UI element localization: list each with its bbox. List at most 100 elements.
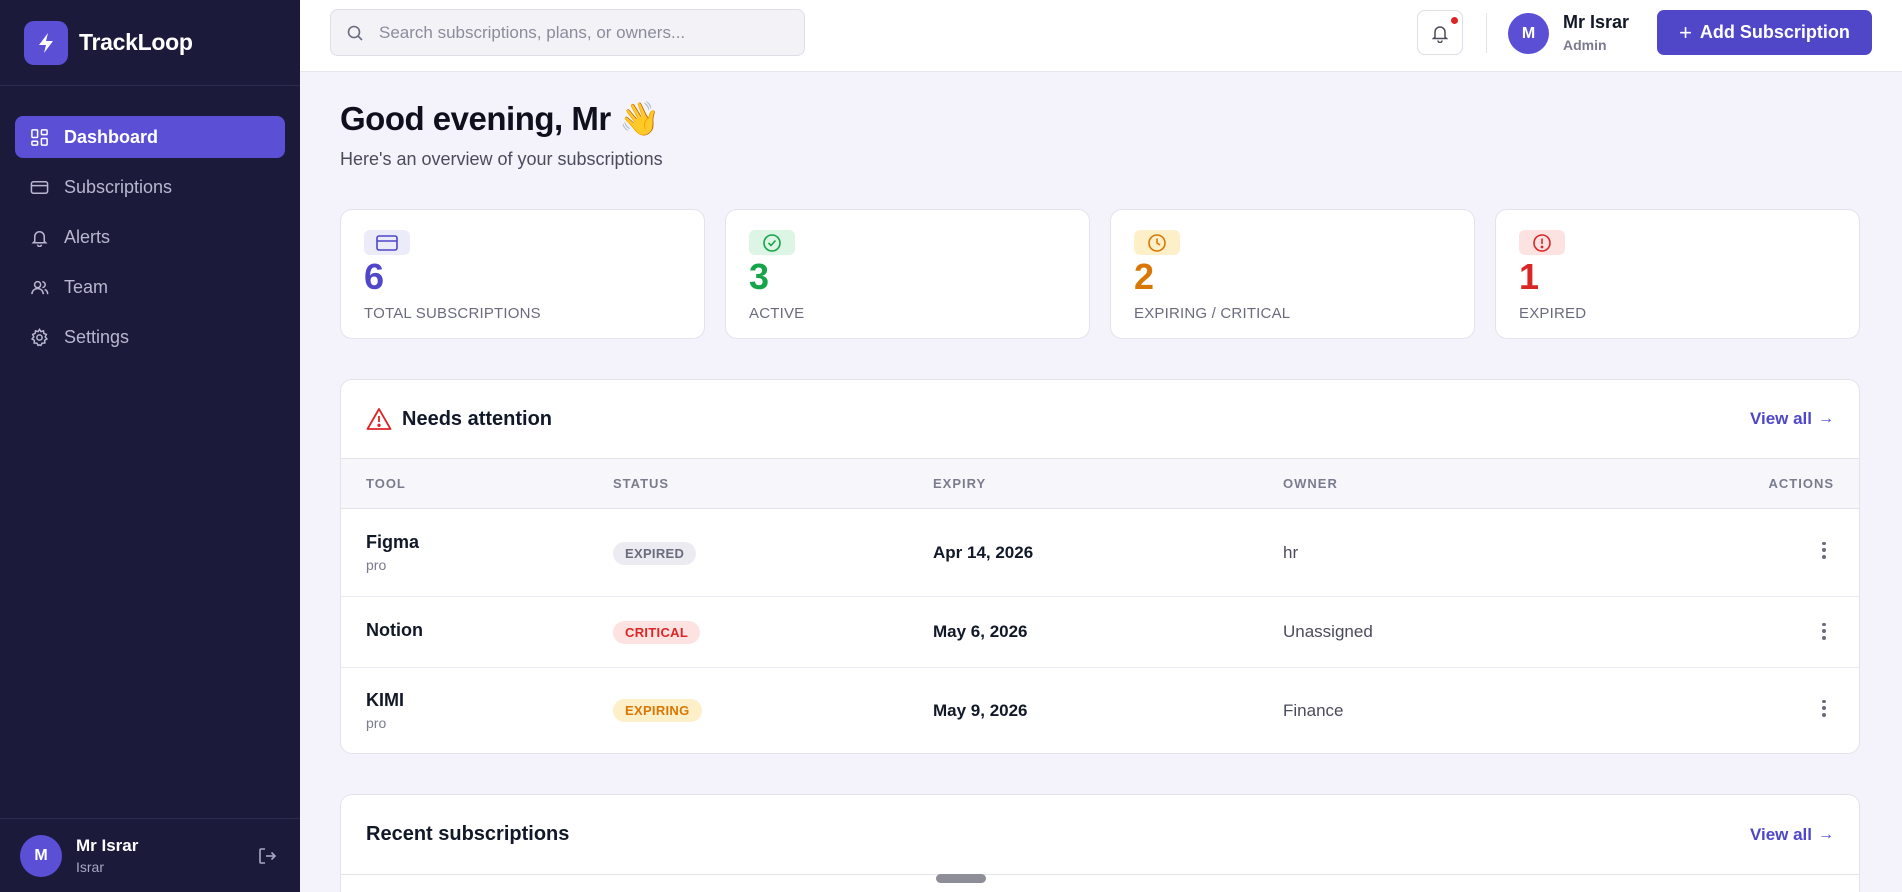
status-badge: EXPIRING [613,699,702,722]
card-icon [30,180,49,194]
tool-name[interactable]: Notion [366,620,423,641]
stat-card-expiring[interactable]: 2 EXPIRING / CRITICAL [1110,209,1475,339]
page-subtitle: Here's an overview of your subscriptions [340,149,663,169]
stat-value: 6 [364,256,385,297]
check-circle-icon [749,230,795,255]
page-title: Good evening, Mr 👋 [340,100,660,137]
users-icon [31,280,49,294]
stat-label: EXPIRING / CRITICAL [1134,305,1291,322]
sidebar-item-alerts[interactable]: Alerts [15,216,285,258]
view-all-label: View all [1749,409,1812,428]
search-input[interactable] [379,22,799,43]
sidebar-nav: Dashboard Subscriptions Alerts Team Sett… [0,86,300,358]
view-all-link[interactable]: View all → [1750,825,1834,845]
stat-value: 3 [749,256,770,297]
tool-name[interactable]: KIMI [366,690,404,711]
needs-attention-card: Needs attention View all → TOOL STATUS E… [340,379,1860,754]
search-box[interactable] [330,9,805,56]
tool-name[interactable]: Figma [366,532,419,553]
more-actions-button[interactable] [1814,540,1834,560]
grid-icon [31,128,48,146]
column-header-tool[interactable]: TOOL [366,476,406,491]
more-actions-button[interactable] [1814,698,1834,718]
user-menu[interactable]: Mr Israr Admin [1563,12,1629,53]
main-content: Good evening, Mr 👋 Here's an overview of… [340,72,1860,892]
add-subscription-label: Add Subscription [1699,22,1850,42]
sidebar-item-label: Team [64,276,109,297]
column-header-actions: ACTIONS [1768,476,1834,491]
stat-card-expired[interactable]: 1 EXPIRED [1495,209,1860,339]
stat-value: 2 [1134,256,1155,297]
card-title: Needs attention [402,407,553,430]
stats-row: 6 TOTAL SUBSCRIPTIONS 3 ACTIVE 2 EXPIRIN… [340,209,1860,339]
brand-name: TrackLoop [79,29,193,55]
sidebar: TrackLoop Dashboard Subscriptions Alerts… [0,0,300,892]
notification-dot [1451,17,1458,24]
stat-label: ACTIVE [749,305,805,322]
card-title: Recent subscriptions [366,823,570,845]
sidebar-item-label: Settings [64,326,130,347]
tool-plan: pro [366,557,387,573]
bell-icon [31,230,48,247]
stat-card-total[interactable]: 6 TOTAL SUBSCRIPTIONS [340,209,705,339]
table-row[interactable]: KIMI pro EXPIRING May 9, 2026 Finance [341,668,1859,753]
notifications-button[interactable] [1417,10,1463,55]
sidebar-item-settings[interactable]: Settings [15,316,285,358]
gear-icon [30,327,49,346]
owner: hr [1283,543,1299,562]
brand[interactable]: TrackLoop [0,0,300,86]
table-row[interactable]: Notion CRITICAL May 6, 2026 Unassigned [341,597,1859,668]
sidebar-user: M Mr Israr Israr [0,818,300,892]
stat-label: EXPIRED [1519,305,1587,322]
arrow-right-icon: → [1818,825,1834,843]
alert-circle-icon [1519,230,1565,255]
recent-subscriptions-card: Recent subscriptions View all → [340,794,1860,892]
sidebar-item-label: Dashboard [64,126,159,147]
expiry-date: Apr 14, 2026 [933,543,1034,562]
arrow-right-icon: → [1818,410,1834,427]
view-all-label: View all [1749,824,1812,844]
top-bar: M Mr Israr Admin + Add Subscription [300,0,1902,72]
card-header: Recent subscriptions View all → [341,795,1859,875]
divider [1486,13,1487,53]
card-icon [364,230,410,255]
owner: Finance [1283,701,1344,720]
column-header-owner[interactable]: OWNER [1283,476,1338,491]
owner: Unassigned [1283,622,1373,641]
sidebar-item-dashboard[interactable]: Dashboard [15,116,285,158]
avatar[interactable]: M [1508,13,1549,54]
plus-icon: + [1679,19,1692,45]
clock-icon [1134,230,1180,255]
card-header: Needs attention View all → [341,380,1859,459]
bell-icon [1431,25,1449,43]
add-subscription-button[interactable]: + Add Subscription [1657,10,1872,55]
scroll-handle[interactable] [936,874,986,883]
stat-card-active[interactable]: 3 ACTIVE [725,209,1090,339]
lightning-icon [24,20,68,65]
view-all-link[interactable]: View all → [1750,409,1834,429]
tool-plan: pro [366,715,387,731]
logout-icon[interactable] [256,845,278,867]
sidebar-user-name: Mr Israr [76,836,139,855]
sidebar-item-label: Alerts [64,226,111,247]
column-header-expiry[interactable]: EXPIRY [933,476,986,491]
expiry-date: May 9, 2026 [933,701,1028,720]
warning-icon [366,408,392,430]
search-icon [347,25,363,41]
stat-value: 1 [1519,256,1540,297]
sidebar-user-sub: Israr [76,859,104,875]
expiry-date: May 6, 2026 [933,622,1028,641]
sidebar-item-team[interactable]: Team [15,266,285,308]
status-badge: EXPIRED [613,542,697,565]
avatar[interactable]: M [20,834,62,877]
column-header-status[interactable]: STATUS [613,476,669,491]
table-row[interactable]: Figma pro EXPIRED Apr 14, 2026 hr [341,509,1859,597]
status-badge: CRITICAL [613,621,701,644]
user-name: Mr Israr [1563,12,1630,32]
more-actions-button[interactable] [1814,621,1834,641]
sidebar-item-label: Subscriptions [64,176,173,197]
user-role: Admin [1563,37,1607,53]
stat-label: TOTAL SUBSCRIPTIONS [364,305,541,322]
sidebar-item-subscriptions[interactable]: Subscriptions [15,166,285,208]
table-header: TOOL STATUS EXPIRY OWNER ACTIONS [341,459,1859,509]
